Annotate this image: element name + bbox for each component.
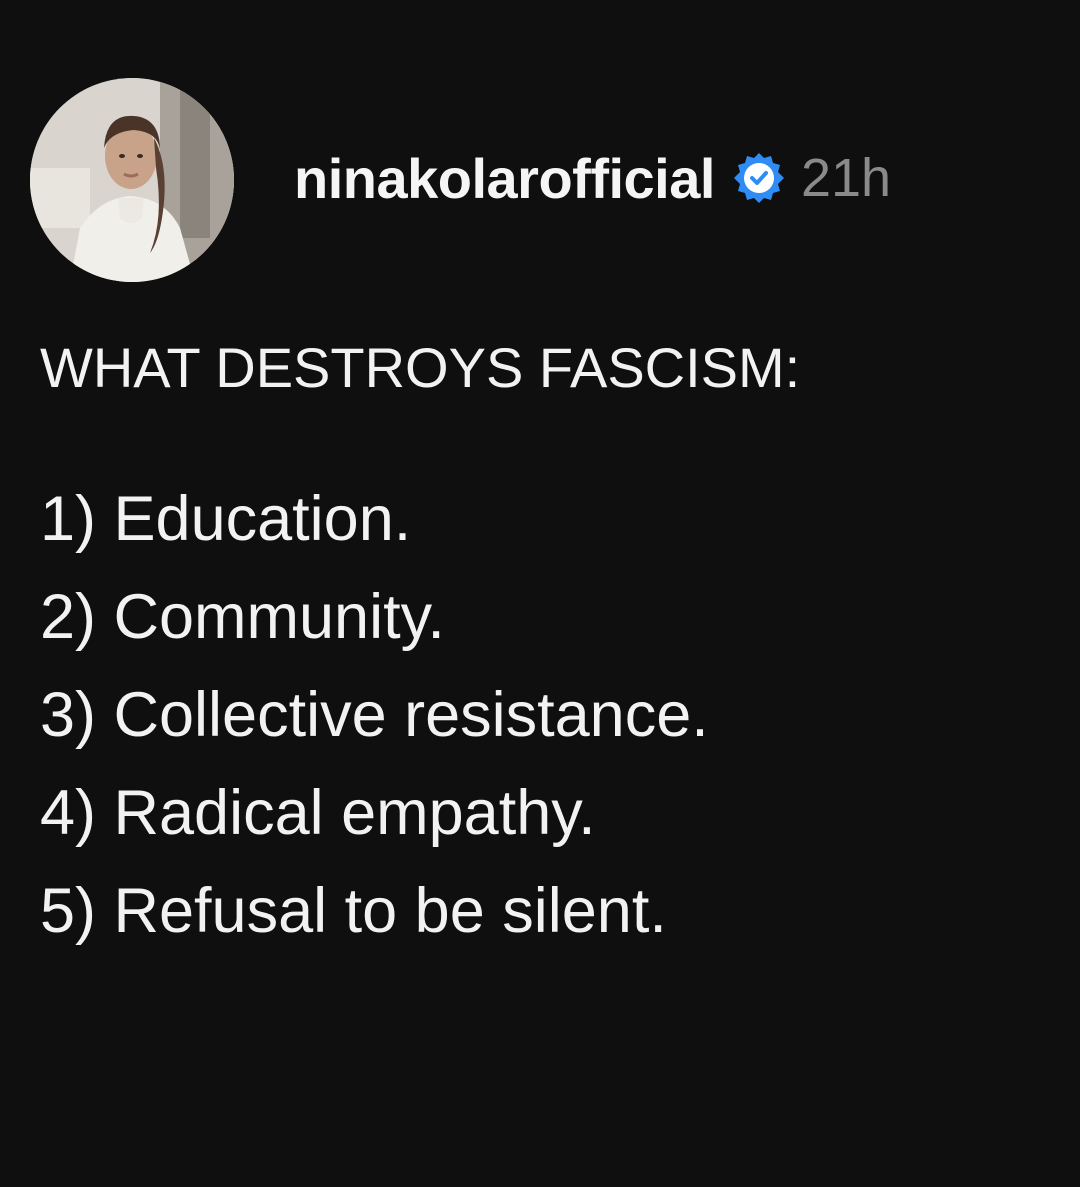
post-timestamp: 21h — [800, 148, 892, 208]
avatar[interactable] — [30, 78, 234, 282]
list-item: 1) Education. — [40, 484, 412, 554]
post-list: 1) Education. 2) Community. 3) Collectiv… — [40, 470, 709, 960]
list-item: 2) Community. — [40, 582, 445, 652]
list-item: 5) Refusal to be silent. — [40, 876, 667, 946]
post-card: ninakolarofficial 21h WHAT DESTROYS FASC… — [0, 0, 1080, 1187]
verified-badge-icon — [731, 150, 787, 206]
username-link[interactable]: ninakolarofficial — [294, 146, 715, 211]
list-item: 4) Radical empathy. — [40, 778, 596, 848]
post-heading: WHAT DESTROYS FASCISM: — [40, 336, 801, 399]
post-meta: ninakolarofficial 21h — [294, 146, 891, 211]
avatar-photo — [30, 78, 234, 282]
post-header: ninakolarofficial 21h — [30, 78, 891, 282]
list-item: 3) Collective resistance. — [40, 680, 709, 750]
